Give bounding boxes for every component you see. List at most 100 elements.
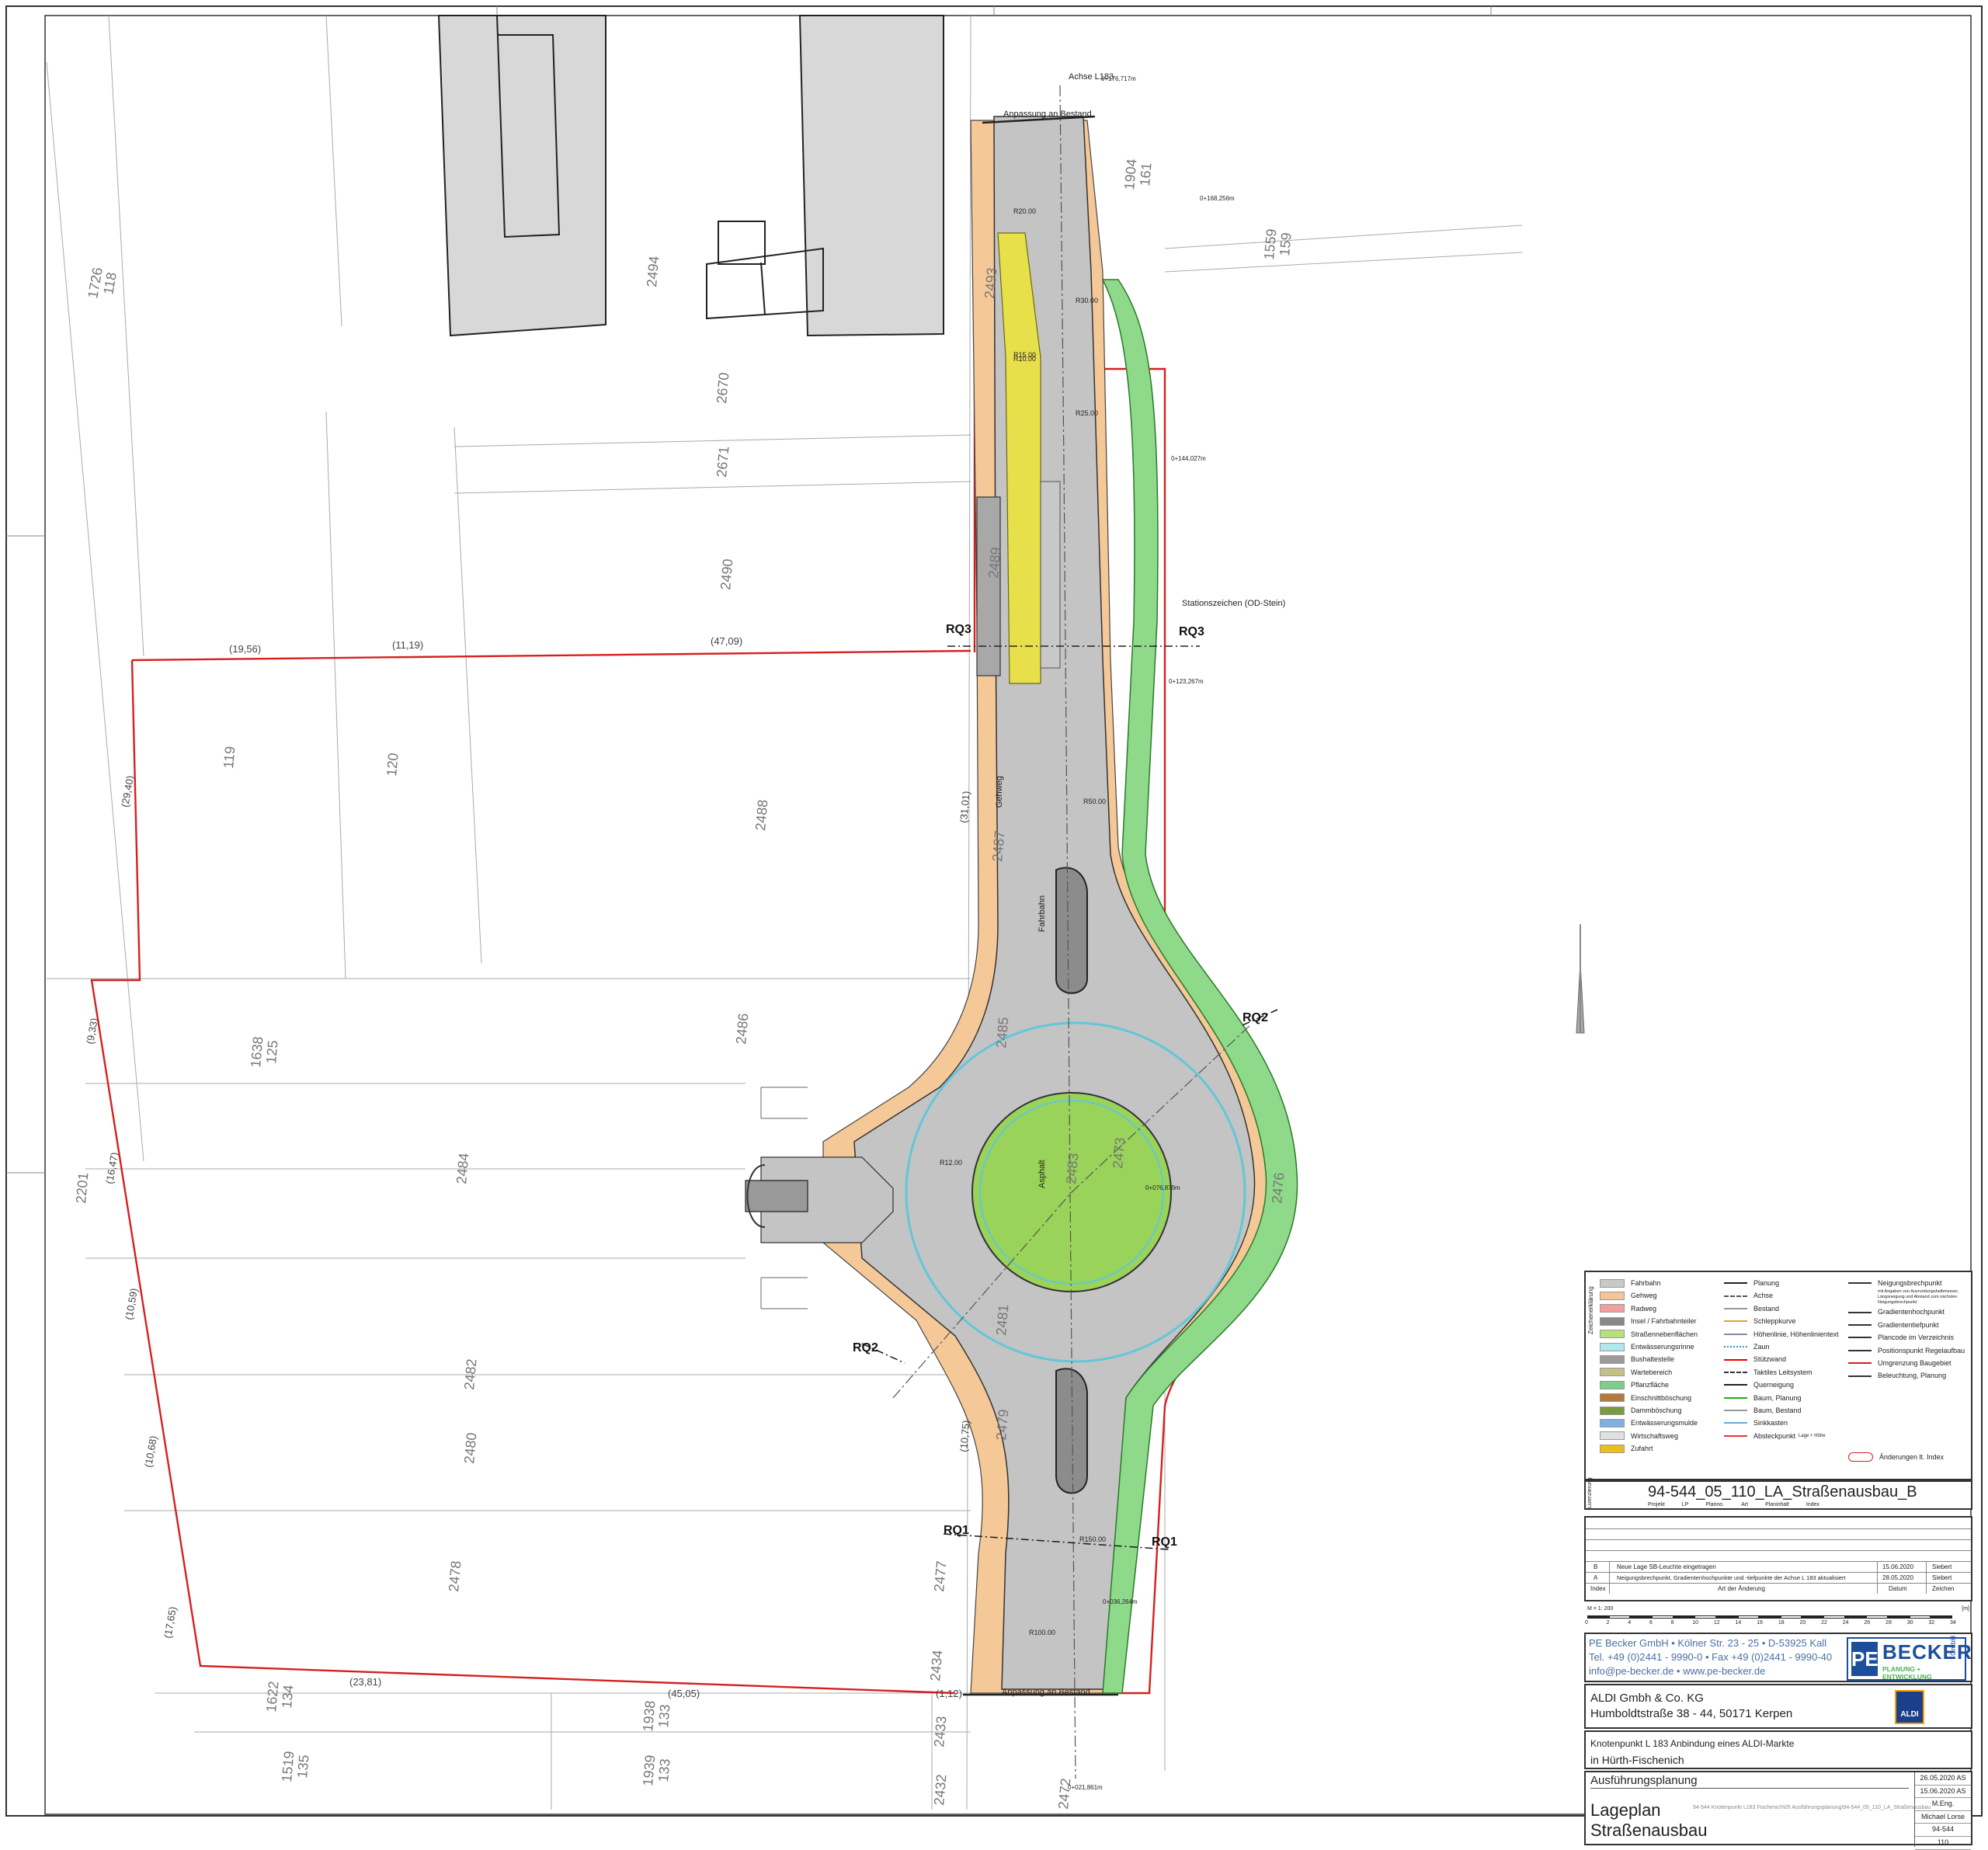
boundary-dimension: (10,68) <box>142 1434 159 1468</box>
legend-item-surface: Entwässerungsmulde <box>1600 1417 1698 1429</box>
legend-item-symbol: Positionspunkt Regelaufbau <box>1848 1344 1965 1357</box>
legend-label: Querneigung <box>1753 1381 1795 1389</box>
scale-tick-label: 2 <box>1606 1620 1610 1626</box>
client-name: ALDI Gmbh & Co. KG <box>1590 1692 1704 1705</box>
legend-label: Bushaltestelle <box>1631 1355 1675 1364</box>
legend-line-symbol <box>1724 1371 1747 1373</box>
legend-line-symbol <box>1724 1396 1747 1399</box>
callout: Asphalt <box>1037 1160 1047 1188</box>
file-name-part: Planinhalt <box>1765 1502 1789 1507</box>
scale-ticks: 0 2 4 6 8 10 12 14 16 18 20 22 24 26 28 30 32 34 <box>1585 1615 1960 1628</box>
legend-line-symbol <box>1724 1358 1747 1361</box>
parcel-number: 2487 <box>989 830 1007 863</box>
legend-line-symbol <box>1724 1384 1747 1386</box>
legend-item-symbol: Umgrenzung Baugebiet <box>1848 1357 1965 1369</box>
legend-symbol <box>1848 1323 1872 1326</box>
legend-item-line: Zaun <box>1724 1341 1839 1353</box>
legend-item-line: Baum, Planung <box>1724 1392 1839 1404</box>
file-name-part: Projekt <box>1648 1502 1665 1507</box>
scale-tick-label: 24 <box>1842 1620 1849 1626</box>
revision-header-row: Index Art der Änderung Datum Zeichen <box>1586 1583 1971 1594</box>
scale-tick-label: 18 <box>1778 1620 1785 1626</box>
parcel-number: 2481 <box>993 1304 1011 1337</box>
legend-item-line: Absteckpunkt Lage + Höhe <box>1724 1430 1839 1442</box>
scale-tick-label: 8 <box>1670 1620 1674 1626</box>
project-location: in Hürth-Fischenich <box>1590 1754 1684 1766</box>
legend-column-symbols: Neigungsbrechpunkt mit Angaben von Ausrun… <box>1848 1277 1965 1382</box>
legend-label: Radweg <box>1631 1304 1657 1313</box>
parcel-number: 2493 <box>982 267 999 300</box>
parcel-number: 2671 <box>714 446 732 478</box>
radius: R25.00 <box>1076 409 1098 417</box>
legend-swatch <box>1600 1418 1625 1427</box>
scale-segment <box>1888 1615 1910 1619</box>
legend-label: Schleppkurve <box>1753 1317 1796 1326</box>
legend-item-surface: Pflanzfläche <box>1600 1379 1698 1391</box>
legend-revision-mark: Änderungen lt. Index <box>1848 1452 1944 1462</box>
boundary-dimension: (10,75) <box>958 1420 972 1452</box>
legend-label: Umgrenzung Baugebiet <box>1878 1358 1952 1367</box>
legend-label: Baum, Bestand <box>1753 1406 1802 1414</box>
firm-box: PE Becker GmbH • Kölner Str. 23 - 25 • D… <box>1584 1633 1972 1682</box>
scale-segment <box>1737 1615 1760 1619</box>
boundary-dimension: (16,47) <box>103 1151 120 1184</box>
legend-item-surface: Wirtschaftsweg <box>1600 1430 1698 1442</box>
radius: R12.00 <box>940 1159 962 1167</box>
legend-label: Achse <box>1753 1292 1774 1300</box>
legend-swatch <box>1600 1316 1625 1326</box>
legend-line-symbol <box>1724 1333 1747 1335</box>
aldi-logo-icon: ALDI <box>1895 1690 1924 1724</box>
legend-swatch <box>1600 1393 1625 1403</box>
legend-item-line: Querneigung <box>1724 1379 1839 1391</box>
firm-address: PE Becker GmbH • Kölner Str. 23 - 25 • D… <box>1589 1637 1827 1649</box>
radius: R100.00 <box>1029 1629 1055 1636</box>
becker-logo: PE BECKER GmbH PLANUNG + ENTWICKLUNG <box>1847 1636 1972 1681</box>
parcel-number: 2479 <box>993 1409 1011 1441</box>
logo-sub: PLANUNG + ENTWICKLUNG <box>1882 1665 1932 1681</box>
legend-item-line: Planung <box>1724 1277 1839 1289</box>
scale-segment <box>1802 1615 1824 1619</box>
parcel-number: 2476 <box>1269 1172 1287 1205</box>
boundary-dimension: (23,81) <box>349 1676 381 1688</box>
firm-contact: info@pe-becker.de • www.pe-becker.de <box>1589 1665 1766 1677</box>
scale-tick-label: 14 <box>1735 1620 1742 1626</box>
parcel-number: 2480 <box>461 1432 479 1465</box>
legend-label: Sinkkasten <box>1753 1419 1788 1427</box>
legend-column-lines: Planung Achse Bestand Schleppkurve Höhenlini… <box>1724 1277 1839 1442</box>
legend-label: Absteckpunkt <box>1753 1431 1796 1440</box>
radius: R50.00 <box>1083 798 1106 805</box>
station: 0+176,717m <box>1101 75 1136 82</box>
legend-line-symbol <box>1724 1320 1747 1323</box>
boundary-dimension: (1,12) <box>936 1688 962 1699</box>
legend-item-surface: Wartebereich <box>1600 1366 1698 1379</box>
boundary-dimension: (45,05) <box>668 1688 700 1699</box>
file-path-footer: 94-544 Knotenpunkt L183 Fischenich\05 Au… <box>1693 1805 1931 1810</box>
legend-label: Taktiles Leitsystem <box>1753 1368 1812 1376</box>
legend-item-surface: Fahrbahn <box>1600 1277 1698 1289</box>
status-cell: 15.06.2020 AS <box>1915 1786 1971 1799</box>
file-name-part: Index <box>1806 1502 1819 1507</box>
legend-swatch <box>1600 1330 1625 1339</box>
legend-vertical-label: Zeichenerklärung <box>1587 1286 1594 1334</box>
section-marker: RQ3 <box>946 623 971 636</box>
revision-table: B Neue Lage SB-Leuchte eingetragen 15.06… <box>1584 1516 1972 1601</box>
legend-swatch <box>1600 1380 1625 1389</box>
pe-mark-icon: PE <box>1851 1642 1879 1676</box>
boundary-dimension: (9,33) <box>84 1017 100 1045</box>
station: 0+168,256m <box>1200 195 1235 202</box>
legend-item-surface: Dammböschung <box>1600 1404 1698 1417</box>
legend-item-surface: Einschnittböschung <box>1600 1392 1698 1404</box>
revision-row: A Neigungsbrechpunkt, Gradientenhochpunk… <box>1586 1572 1971 1584</box>
file-name-part: LP <box>1681 1502 1689 1507</box>
scale-tick-label: 4 <box>1628 1620 1632 1626</box>
radius: R150.00 <box>1079 1535 1106 1543</box>
parcel-number: 2432 <box>931 1774 949 1807</box>
parcel-number: 2473 <box>1110 1137 1128 1170</box>
parcel-number: 133 <box>655 1758 673 1783</box>
scale-tick-label: 32 <box>1928 1620 1935 1626</box>
parcel-number: 119 <box>221 746 238 769</box>
scale-tick-label: 16 <box>1757 1620 1763 1626</box>
legend-symbol <box>1848 1349 1872 1351</box>
parcel-number: 2494 <box>644 256 662 288</box>
legend-line-symbol <box>1724 1295 1747 1297</box>
